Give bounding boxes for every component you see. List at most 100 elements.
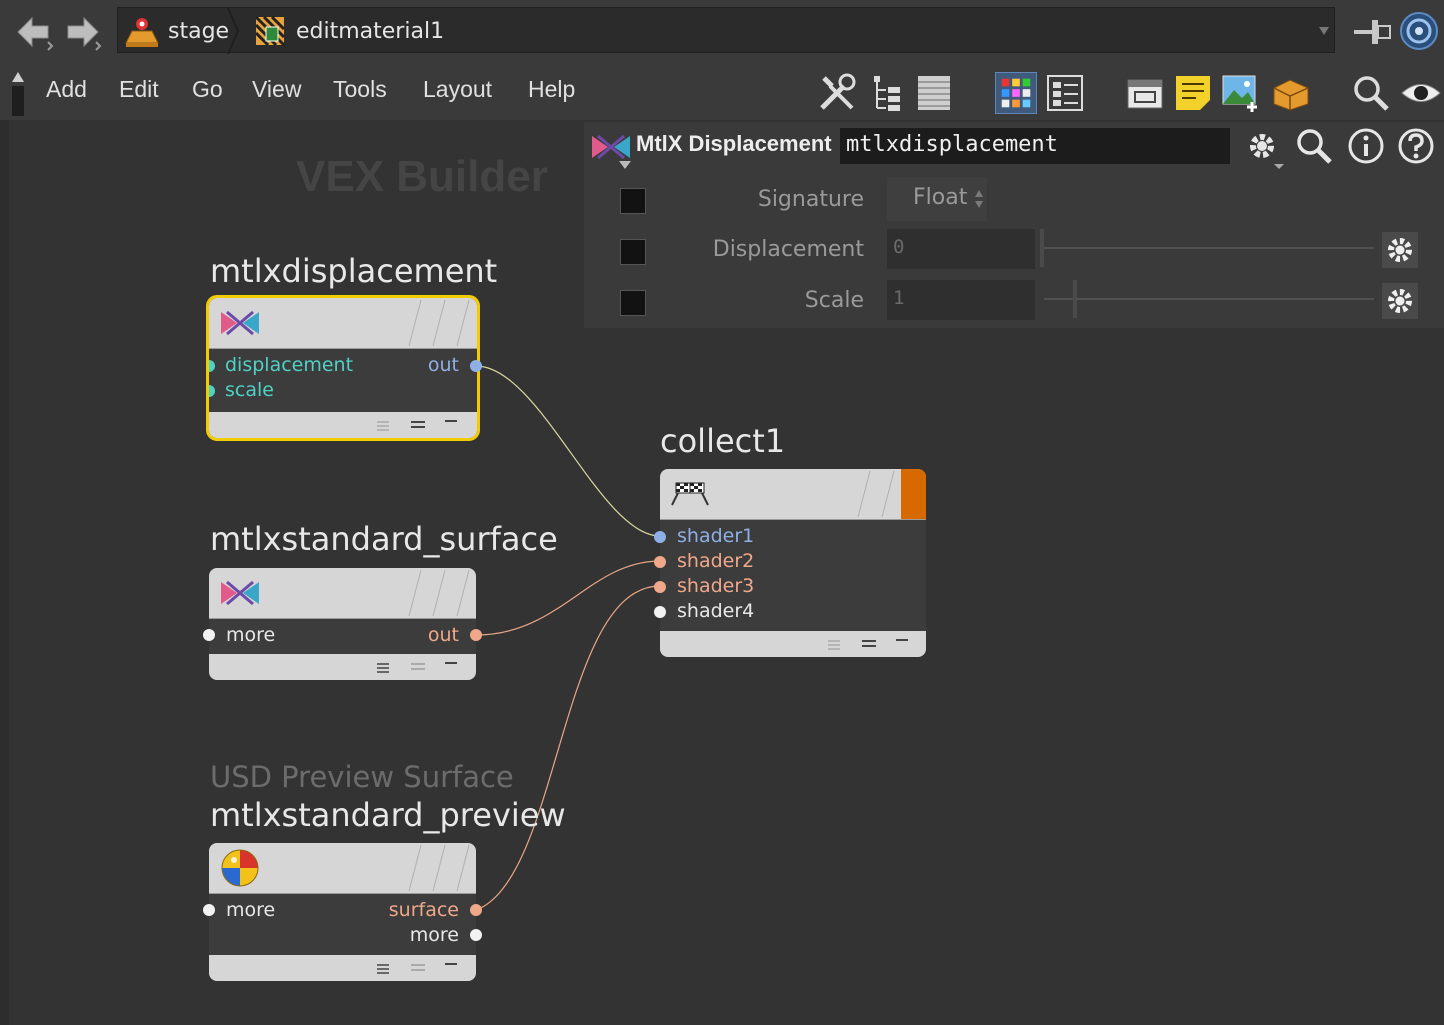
crumb-stage-label: stage [168, 18, 230, 44]
context-title: VEX Builder [296, 152, 548, 201]
displacement-gear-icon[interactable] [1382, 232, 1418, 268]
input-port-shader2[interactable] [654, 556, 666, 568]
node-mtlxdisplacement[interactable]: displacement scale out [206, 295, 480, 441]
displacement-slider[interactable] [1044, 247, 1374, 249]
path-dropdown-icon[interactable] [1318, 22, 1330, 38]
input-label-shader2: shader2 [677, 550, 755, 572]
type-menu-arrow-icon[interactable] [618, 160, 632, 170]
search-icon[interactable] [1294, 126, 1334, 166]
signature-value: Float [913, 185, 968, 210]
crumb-editmaterial-label: editmaterial1 [296, 18, 445, 44]
input-port-shader3[interactable] [654, 581, 666, 593]
scale-slider[interactable] [1044, 298, 1374, 300]
display-flag-icon[interactable] [451, 843, 475, 893]
node-info-icons[interactable] [375, 959, 465, 977]
menu-bar: Add Edit Go View Tools Layout Help [0, 63, 1444, 121]
crumb-editmaterial[interactable]: editmaterial1 [250, 8, 444, 54]
parameter-pane: MtlX Displacement mtlxdisplacement Signa… [584, 122, 1444, 328]
template-flag-icon[interactable] [427, 568, 451, 618]
info-icon[interactable] [1346, 126, 1386, 166]
signature-dropdown[interactable]: Float [887, 177, 987, 221]
bypass-flag-icon[interactable] [852, 469, 876, 519]
tools-icon[interactable] [816, 72, 858, 114]
scale-slider-handle[interactable] [1073, 280, 1077, 318]
input-label-more: more [226, 899, 276, 921]
left-edge-strip [0, 120, 9, 1025]
gear-icon[interactable] [1242, 126, 1286, 170]
digital-asset-icon[interactable] [1270, 72, 1312, 114]
node-mtlxstandard-preview[interactable]: more surface more [209, 843, 476, 981]
input-port-displacement[interactable] [209, 360, 215, 372]
eye-icon[interactable] [1400, 72, 1442, 114]
back-arrow-icon[interactable] [14, 12, 54, 52]
list-view-icon[interactable] [914, 72, 956, 114]
node-footer [209, 412, 477, 438]
output-port-surf-out[interactable] [470, 629, 482, 641]
displacement-slider-handle[interactable] [1040, 229, 1044, 267]
display-flag-icon[interactable] [451, 568, 475, 618]
network-view-icon[interactable] [995, 72, 1037, 114]
pin-icon[interactable] [1352, 14, 1392, 50]
displacement-checkbox[interactable] [620, 239, 646, 265]
list-mode-icon[interactable] [1044, 72, 1086, 114]
signature-checkbox[interactable] [620, 188, 646, 214]
input-port-shader4[interactable] [654, 606, 666, 618]
network-box-icon[interactable] [1124, 72, 1166, 114]
displacement-field[interactable]: 0 [887, 229, 1035, 269]
node-footer [209, 654, 476, 680]
menu-help[interactable]: Help [528, 76, 575, 103]
node-label-collect: collect1 [660, 422, 786, 460]
node-label-disp: mtlxdisplacement [210, 252, 498, 290]
menu-go[interactable]: Go [192, 76, 223, 103]
menu-tools[interactable]: Tools [333, 76, 387, 103]
scale-field[interactable]: 1 [887, 280, 1035, 320]
bypass-flag-icon[interactable] [403, 568, 427, 618]
output-port-preview-surface[interactable] [470, 904, 482, 916]
sticky-note-icon[interactable] [1172, 72, 1214, 114]
scale-checkbox[interactable] [620, 290, 646, 316]
input-port-surf-more[interactable] [203, 629, 215, 641]
display-flag-icon[interactable] [451, 298, 475, 348]
input-port-preview-more[interactable] [203, 904, 215, 916]
link-icon[interactable] [1398, 10, 1440, 52]
updown-arrow-icon [975, 190, 983, 208]
scale-gear-icon[interactable] [1382, 283, 1418, 319]
node-info-icons[interactable] [375, 416, 465, 434]
menu-edit[interactable]: Edit [119, 76, 159, 103]
path-field[interactable]: stage editmaterial1 [117, 7, 1335, 54]
tree-view-icon[interactable] [866, 72, 908, 114]
add-image-icon[interactable] [1220, 72, 1262, 114]
template-flag-icon[interactable] [427, 298, 451, 348]
node-collect1[interactable]: shader1 shader2 shader3 shader4 [660, 469, 926, 657]
editmaterial-icon [254, 15, 286, 47]
node-info-icons[interactable] [826, 635, 916, 653]
crumb-stage[interactable]: stage [122, 8, 229, 54]
template-flag-icon[interactable] [427, 843, 451, 893]
search-icon[interactable] [1350, 72, 1392, 114]
node-header [209, 298, 477, 349]
output-port-disp-out[interactable] [470, 360, 482, 372]
output-flag-active[interactable] [901, 469, 926, 519]
output-port-preview-more[interactable] [470, 929, 482, 941]
collect-flags-icon [671, 482, 709, 506]
node-info-icons[interactable] [375, 658, 465, 676]
bypass-flag-icon[interactable] [403, 843, 427, 893]
input-label-more: more [226, 624, 276, 646]
template-flag-icon[interactable] [876, 469, 900, 519]
signature-label: Signature [757, 187, 864, 212]
menu-view[interactable]: View [252, 76, 301, 103]
collapse-grip-icon[interactable] [10, 68, 26, 118]
input-port-scale[interactable] [209, 385, 215, 397]
scale-label: Scale [804, 288, 864, 313]
node-footer [209, 955, 476, 981]
displacement-label: Displacement [712, 237, 864, 262]
input-port-shader1[interactable] [654, 531, 666, 543]
help-icon[interactable] [1396, 126, 1436, 166]
input-label-scale: scale [225, 379, 274, 401]
menu-layout[interactable]: Layout [423, 76, 492, 103]
menu-add[interactable]: Add [46, 76, 87, 103]
forward-arrow-icon[interactable] [62, 12, 102, 52]
bypass-flag-icon[interactable] [403, 298, 427, 348]
node-mtlxstandard-surface[interactable]: more out [209, 568, 476, 680]
node-name-field[interactable]: mtlxdisplacement [840, 128, 1230, 164]
